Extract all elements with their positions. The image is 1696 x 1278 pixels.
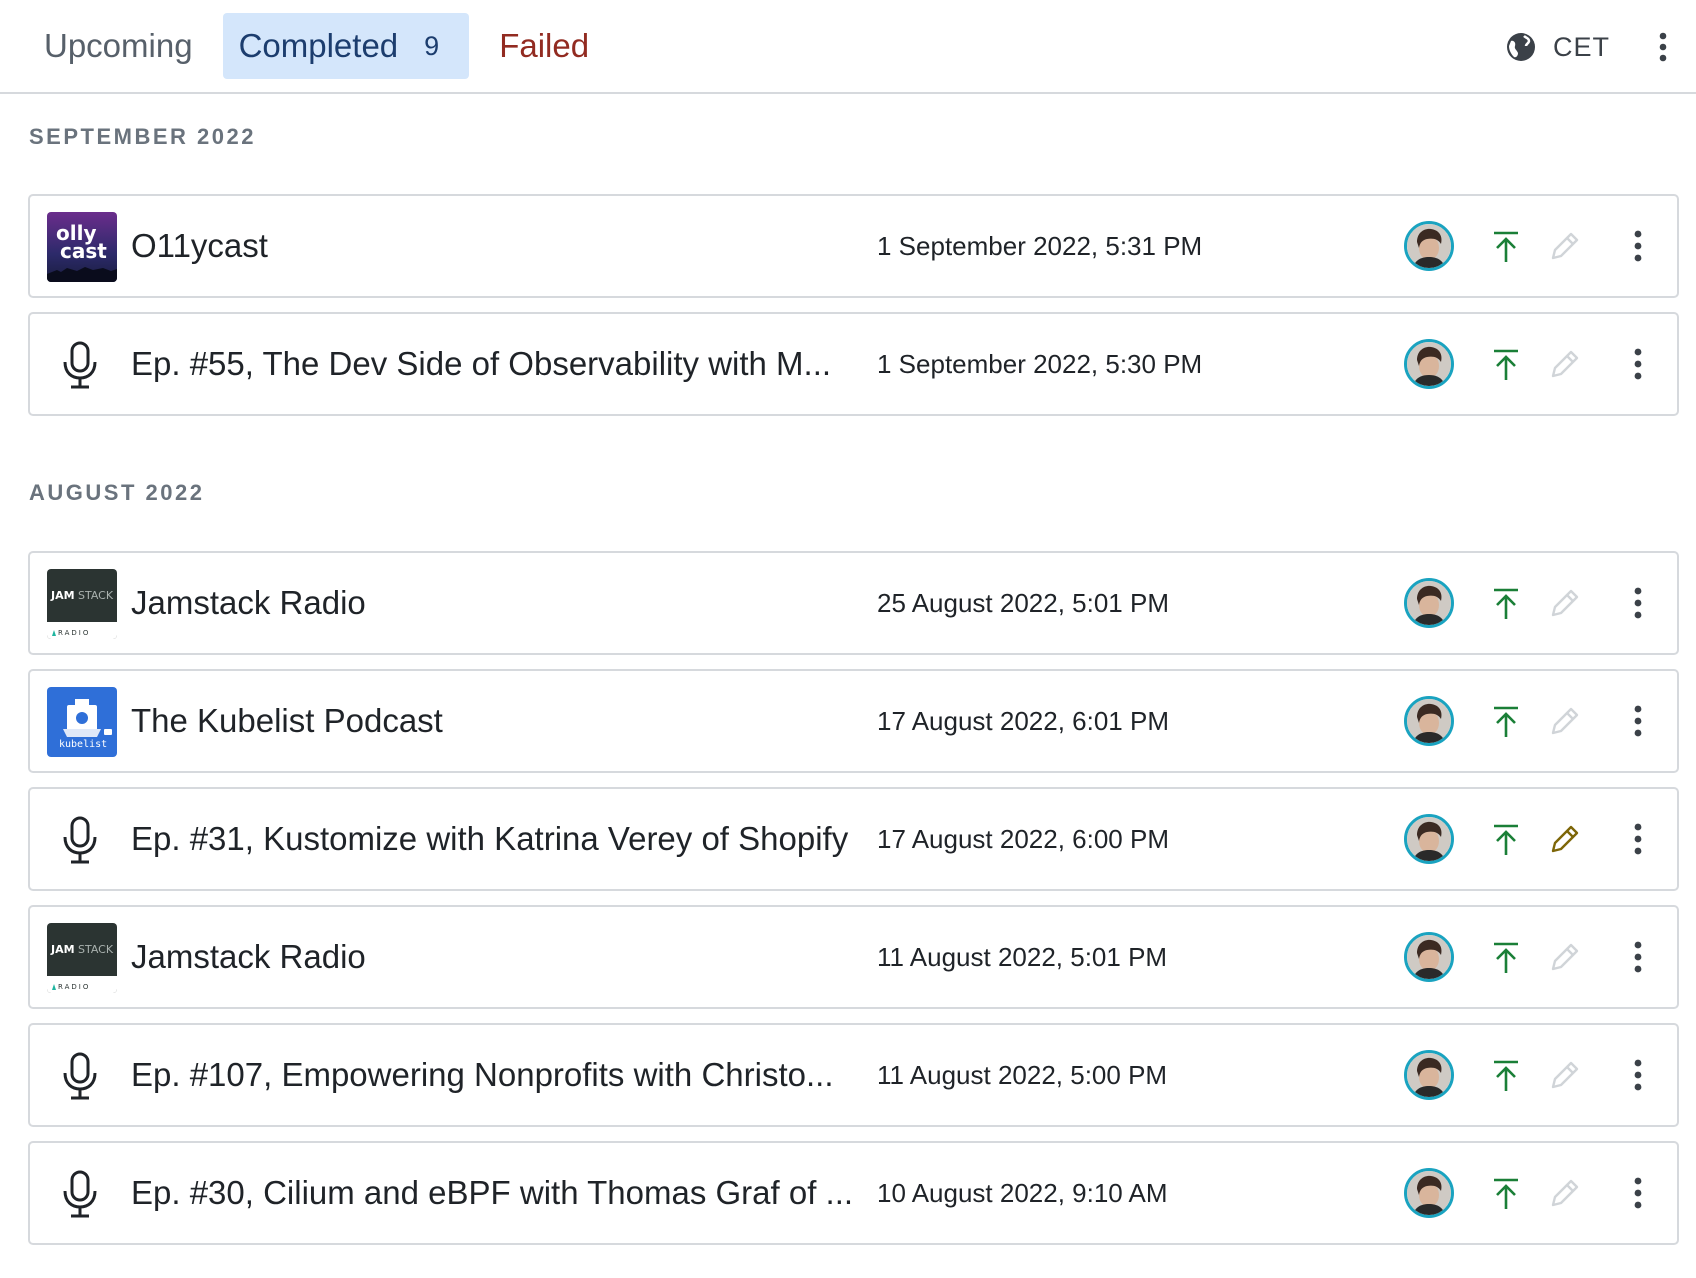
avatar[interactable] (1404, 932, 1454, 982)
tab-completed[interactable]: Completed 9 (222, 13, 470, 79)
pencil-icon[interactable] (1549, 941, 1581, 973)
episode-row[interactable]: Ep. #55, The Dev Side of Observability w… (28, 312, 1679, 416)
pencil-icon[interactable] (1549, 348, 1581, 380)
episode-row[interactable]: Ep. #107, Empowering Nonprofits with Chr… (28, 1023, 1679, 1127)
episode-row[interactable]: JAM STACK RADIO Jamstack Radio 11 August … (28, 905, 1679, 1009)
timezone-selector[interactable]: CET (1505, 22, 1610, 72)
tab-bar: Upcoming Completed 9 Failed CET (0, 0, 1696, 94)
tab-upcoming[interactable]: Upcoming (14, 13, 223, 79)
ollycast-logo: olly cast (47, 212, 117, 282)
episode-date: 25 August 2022, 5:01 PM (877, 588, 1169, 618)
episode-row[interactable]: kubelist The Kubelist Podcast 17 August 2… (28, 669, 1679, 773)
publish-icon[interactable] (1490, 1177, 1522, 1211)
episode-row[interactable]: olly cast O11ycast 1 September 2022, 5:31… (28, 194, 1679, 298)
row-more-options-icon[interactable] (1628, 819, 1648, 859)
episode-title[interactable]: The Kubelist Podcast (131, 671, 443, 771)
month-heading: AUGUST 2022 (29, 480, 205, 505)
row-more-options-icon[interactable] (1628, 1173, 1648, 1213)
timezone-label: CET (1553, 31, 1610, 62)
jamstack-radio-logo: JAM STACK RADIO (47, 923, 117, 993)
kubelist-logo: kubelist (47, 687, 117, 757)
row-more-options-icon[interactable] (1628, 1055, 1648, 1095)
avatar[interactable] (1404, 339, 1454, 389)
row-more-options-icon[interactable] (1628, 583, 1648, 623)
episode-date: 11 August 2022, 5:01 PM (877, 942, 1168, 972)
row-more-options-icon[interactable] (1628, 226, 1648, 266)
svg-text:cast: cast (60, 239, 107, 263)
publish-icon[interactable] (1490, 705, 1522, 739)
avatar[interactable] (1404, 221, 1454, 271)
month-heading: SEPTEMBER 2022 (29, 124, 256, 149)
more-options-icon[interactable] (1648, 23, 1678, 71)
episode-title[interactable]: O11ycast (131, 196, 268, 296)
pencil-icon[interactable] (1549, 823, 1581, 855)
episode-title[interactable]: Ep. #107, Empowering Nonprofits with Chr… (131, 1025, 834, 1125)
avatar[interactable] (1404, 578, 1454, 628)
tab-failed[interactable]: Failed (469, 13, 619, 79)
avatar[interactable] (1404, 1050, 1454, 1100)
episode-date: 10 August 2022, 9:10 AM (877, 1178, 1168, 1208)
tab-upcoming-label: Upcoming (44, 27, 193, 64)
episode-title[interactable]: Ep. #55, The Dev Side of Observability w… (131, 314, 831, 414)
svg-text:JAM: JAM (50, 589, 75, 602)
svg-text:STACK: STACK (78, 943, 114, 956)
publish-icon[interactable] (1490, 587, 1522, 621)
tab-failed-label: Failed (499, 27, 590, 64)
svg-text:RADIO: RADIO (58, 629, 90, 637)
publish-icon[interactable] (1490, 1059, 1522, 1093)
row-more-options-icon[interactable] (1628, 701, 1648, 741)
publish-icon[interactable] (1490, 230, 1522, 264)
pencil-icon[interactable] (1549, 587, 1581, 619)
avatar[interactable] (1404, 1168, 1454, 1218)
svg-text:RADIO: RADIO (58, 983, 90, 991)
episode-row[interactable]: Ep. #30, Cilium and eBPF with Thomas Gra… (28, 1141, 1679, 1245)
episode-title[interactable]: Jamstack Radio (131, 553, 366, 653)
microphone-icon (63, 1052, 97, 1100)
svg-text:JAM: JAM (50, 943, 75, 956)
avatar[interactable] (1404, 696, 1454, 746)
episode-title[interactable]: Ep. #31, Kustomize with Katrina Verey of… (131, 789, 848, 889)
episode-title[interactable]: Jamstack Radio (131, 907, 366, 1007)
row-more-options-icon[interactable] (1628, 937, 1648, 977)
episode-date: 1 September 2022, 5:30 PM (877, 349, 1203, 379)
pencil-icon[interactable] (1549, 230, 1581, 262)
episode-row[interactable]: Ep. #31, Kustomize with Katrina Verey of… (28, 787, 1679, 891)
publish-icon[interactable] (1490, 823, 1522, 857)
pencil-icon[interactable] (1549, 705, 1581, 737)
episode-date: 17 August 2022, 6:01 PM (877, 706, 1169, 736)
episode-date: 11 August 2022, 5:00 PM (877, 1060, 1168, 1090)
pencil-icon[interactable] (1549, 1059, 1581, 1091)
globe-icon (1507, 33, 1535, 61)
publish-icon[interactable] (1490, 941, 1522, 975)
episode-date: 17 August 2022, 6:00 PM (877, 824, 1169, 854)
episode-row[interactable]: JAM STACK RADIO Jamstack Radio 25 August … (28, 551, 1679, 655)
row-more-options-icon[interactable] (1628, 344, 1648, 384)
avatar[interactable] (1404, 814, 1454, 864)
jamstack-radio-logo: JAM STACK RADIO (47, 569, 117, 639)
svg-text:STACK: STACK (78, 589, 114, 602)
pencil-icon[interactable] (1549, 1177, 1581, 1209)
publish-icon[interactable] (1490, 348, 1522, 382)
completed-count-badge: 9 (424, 30, 440, 61)
microphone-icon (63, 341, 97, 389)
tab-completed-label: Completed (238, 27, 399, 64)
svg-text:kubelist: kubelist (59, 739, 107, 750)
microphone-icon (63, 816, 97, 864)
episode-date: 1 September 2022, 5:31 PM (877, 231, 1203, 261)
episode-title[interactable]: Ep. #30, Cilium and eBPF with Thomas Gra… (131, 1143, 853, 1243)
microphone-icon (63, 1170, 97, 1218)
